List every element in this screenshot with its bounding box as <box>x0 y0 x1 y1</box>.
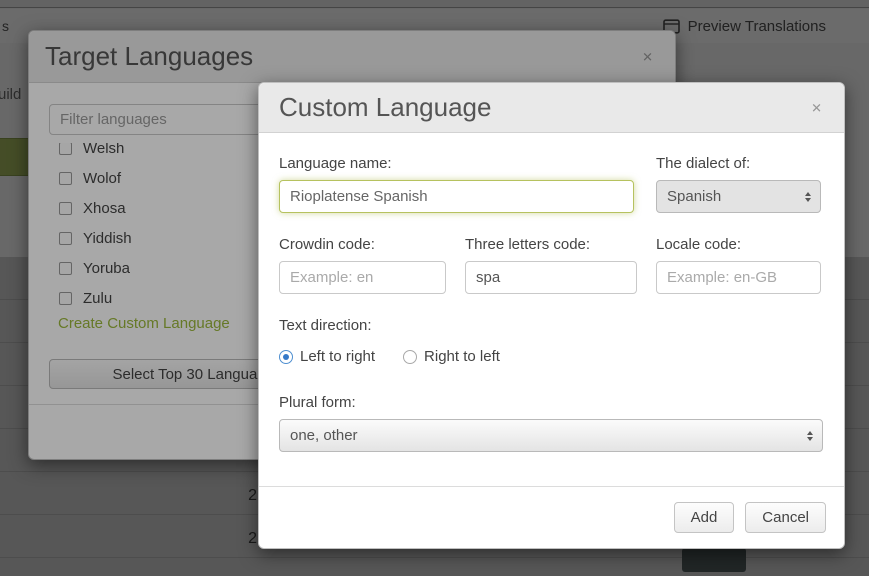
dialect-select[interactable]: Spanish <box>656 180 821 213</box>
text-direction-label: Text direction: <box>279 317 821 334</box>
radio-ltr-label: Left to right <box>300 348 375 365</box>
language-name-input[interactable] <box>279 180 634 213</box>
custom-modal-body: Language name: The dialect of: Spanish C… <box>259 133 844 452</box>
crowdin-code-input[interactable] <box>279 261 446 294</box>
custom-modal-header: Custom Language ✕ <box>259 83 844 133</box>
plural-selected-value: one, other <box>290 427 358 444</box>
dropdown-arrows-icon <box>805 192 811 202</box>
custom-modal-title: Custom Language <box>259 83 844 131</box>
locale-code-label: Locale code: <box>656 236 821 253</box>
close-icon[interactable]: ✕ <box>811 101 822 114</box>
custom-modal-footer: Add Cancel <box>259 486 844 548</box>
three-letters-code-input[interactable] <box>465 261 637 294</box>
dialect-label: The dialect of: <box>656 155 821 172</box>
dialect-selected-value: Spanish <box>667 188 721 205</box>
three-letters-code-label: Three letters code: <box>465 236 637 253</box>
custom-language-modal: Custom Language ✕ Language name: The dia… <box>258 82 845 549</box>
radio-rtl-label: Right to left <box>424 348 500 365</box>
add-button[interactable]: Add <box>674 502 735 533</box>
cancel-button[interactable]: Cancel <box>745 502 826 533</box>
language-name-label: Language name: <box>279 155 634 172</box>
crowdin-code-label: Crowdin code: <box>279 236 446 253</box>
screen: s Preview Translations uild 2 2 Target L… <box>0 0 869 576</box>
radio-right-to-left[interactable] <box>403 350 417 364</box>
locale-code-input[interactable] <box>656 261 821 294</box>
radio-left-to-right[interactable] <box>279 350 293 364</box>
plural-form-label: Plural form: <box>279 394 821 411</box>
dropdown-arrows-icon <box>807 431 813 441</box>
plural-form-select[interactable]: one, other <box>279 419 823 452</box>
